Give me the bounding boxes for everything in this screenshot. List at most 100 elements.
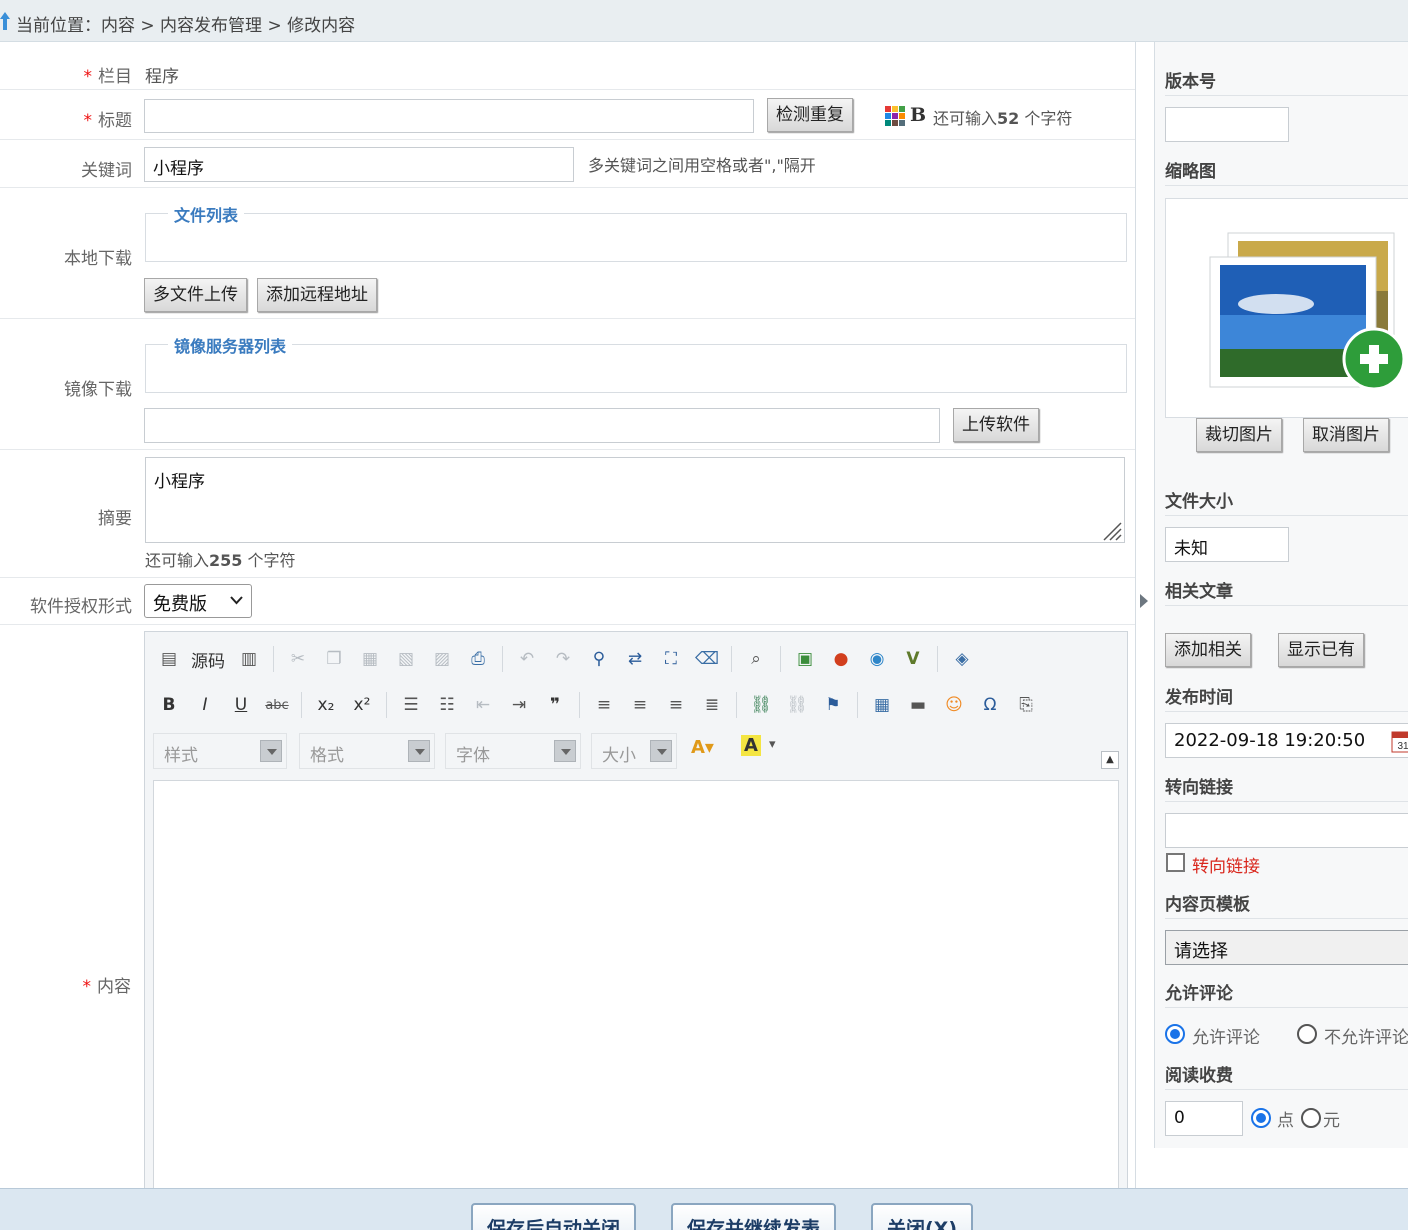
- special-char-icon[interactable]: Ω: [976, 691, 1004, 719]
- fee-yuan-radio[interactable]: [1301, 1108, 1321, 1128]
- chevron-down-icon: [650, 740, 672, 762]
- version-input[interactable]: [1165, 107, 1289, 142]
- keywords-label: 关键词: [81, 161, 132, 181]
- page-break-icon[interactable]: ⎘: [1012, 691, 1040, 719]
- keywords-input[interactable]: 小程序: [144, 147, 574, 182]
- content-edit-area[interactable]: [153, 780, 1119, 1188]
- template-select[interactable]: 请选择: [1165, 930, 1408, 965]
- redo-icon[interactable]: ↷: [549, 645, 577, 673]
- paste-text-icon[interactable]: ▧: [392, 645, 420, 673]
- strikethrough-icon[interactable]: abc: [263, 691, 291, 719]
- flash-icon[interactable]: ●: [827, 645, 855, 673]
- cut-icon[interactable]: ✂: [284, 645, 312, 673]
- close-button[interactable]: 关闭(X): [871, 1203, 974, 1230]
- unlink-icon[interactable]: ⛓: [783, 691, 811, 719]
- copy-icon[interactable]: ❐: [320, 645, 348, 673]
- style-combo[interactable]: 样式: [153, 733, 287, 769]
- redirect-link-checkbox-label[interactable]: 转向链接: [1192, 852, 1260, 877]
- fullscreen-icon[interactable]: ◈: [948, 645, 976, 673]
- preview-icon[interactable]: ⌕: [742, 645, 770, 673]
- multi-file-upload-button[interactable]: 多文件上传: [144, 278, 247, 312]
- underline-icon[interactable]: U: [227, 691, 255, 719]
- license-select[interactable]: 免费版: [144, 584, 252, 618]
- format-combo[interactable]: 格式: [299, 733, 435, 769]
- save-and-continue-button[interactable]: 保存并继续发表: [671, 1203, 837, 1230]
- align-right-icon[interactable]: ≡: [662, 691, 690, 719]
- subscript-icon[interactable]: x₂: [312, 691, 340, 719]
- thumbnail-upload[interactable]: [1165, 198, 1408, 418]
- color-picker-icon[interactable]: [884, 105, 906, 127]
- outdent-icon[interactable]: ⇤: [469, 691, 497, 719]
- bold-icon[interactable]: B: [155, 691, 183, 719]
- save-and-close-button[interactable]: 保存后自动关闭: [471, 1203, 637, 1230]
- show-existing-button[interactable]: 显示已有: [1278, 633, 1364, 667]
- read-fee-input[interactable]: 0: [1165, 1101, 1243, 1136]
- crop-image-button[interactable]: 裁切图片: [1196, 418, 1282, 452]
- allow-comment-radio[interactable]: [1165, 1024, 1185, 1044]
- content-label: 内容: [97, 977, 131, 997]
- editor-toolbar-row-2: B I U abc x₂ x² ☰ ☷ ⇤ ⇥ ❞ ≡ ≡ ≡ ≣ ⛓ ⛓ ⚑ …: [155, 687, 1048, 723]
- source-button-label[interactable]: 源码: [191, 647, 225, 672]
- upload-software-button[interactable]: 上传软件: [953, 408, 1039, 442]
- undo-icon[interactable]: ↶: [513, 645, 541, 673]
- chevron-down-icon[interactable]: ▾: [769, 737, 776, 752]
- video-icon[interactable]: V: [899, 645, 927, 673]
- add-remote-url-button[interactable]: 添加远程地址: [257, 278, 377, 312]
- calendar-icon[interactable]: 31: [1391, 729, 1408, 753]
- bullet-list-icon[interactable]: ☷: [433, 691, 461, 719]
- italic-icon[interactable]: I: [191, 691, 219, 719]
- software-path-input[interactable]: [144, 408, 940, 443]
- text-color-icon[interactable]: A▾: [691, 737, 714, 758]
- publish-time-label: 发布时间: [1165, 688, 1233, 708]
- table-icon[interactable]: ▦: [868, 691, 896, 719]
- superscript-icon[interactable]: x²: [348, 691, 376, 719]
- cancel-image-button[interactable]: 取消图片: [1303, 418, 1389, 452]
- redirect-link-input[interactable]: [1165, 813, 1408, 848]
- bg-color-icon[interactable]: A: [741, 735, 761, 756]
- deny-comment-label[interactable]: 不允许评论: [1324, 1023, 1408, 1048]
- bold-title-toggle[interactable]: B: [910, 104, 926, 126]
- fee-points-label[interactable]: 点: [1277, 1106, 1294, 1131]
- size-combo[interactable]: 大小: [591, 733, 677, 769]
- fee-yuan-label[interactable]: 元: [1323, 1106, 1340, 1131]
- blockquote-icon[interactable]: ❞: [541, 691, 569, 719]
- add-related-button[interactable]: 添加相关: [1165, 633, 1251, 667]
- resize-handle-icon[interactable]: [1100, 519, 1122, 541]
- summary-textarea[interactable]: 小程序: [145, 457, 1125, 543]
- collapse-toolbar-icon[interactable]: ▲: [1101, 751, 1119, 769]
- indent-icon[interactable]: ⇥: [505, 691, 533, 719]
- eraser-icon[interactable]: ⌫: [693, 645, 721, 673]
- numbered-list-icon[interactable]: ☰: [397, 691, 425, 719]
- collapse-sidebar-icon[interactable]: [1140, 594, 1148, 608]
- paste-icon[interactable]: ▦: [356, 645, 384, 673]
- select-all-icon[interactable]: ⛶: [657, 645, 685, 673]
- file-size-input[interactable]: 未知: [1165, 527, 1289, 562]
- image-icon[interactable]: ▣: [791, 645, 819, 673]
- title-input[interactable]: [144, 99, 754, 133]
- paste-word-icon[interactable]: ▨: [428, 645, 456, 673]
- replace-icon[interactable]: ⇄: [621, 645, 649, 673]
- link-icon[interactable]: ⛓: [747, 691, 775, 719]
- anchor-icon[interactable]: ⚑: [819, 691, 847, 719]
- redirect-link-checkbox[interactable]: [1166, 853, 1185, 872]
- breadcrumb-path[interactable]: 内容 > 内容发布管理 > 修改内容: [101, 16, 355, 36]
- publish-time-input[interactable]: 2022-09-18 19:20:50: [1165, 723, 1408, 758]
- print-icon[interactable]: ⎙: [464, 645, 492, 673]
- align-center-icon[interactable]: ≡: [626, 691, 654, 719]
- deny-comment-radio[interactable]: [1297, 1024, 1317, 1044]
- horizontal-rule-icon[interactable]: ▬: [904, 691, 932, 719]
- smiley-icon[interactable]: ☺: [940, 691, 968, 719]
- source-icon[interactable]: ▤: [155, 645, 183, 673]
- rich-text-editor: ▤ 源码 ▥ ✂ ❐ ▦ ▧ ▨ ⎙ ↶ ↷ ⚲ ⇄ ⛶ ⌫ ⌕ ▣ ● ◉ V…: [144, 631, 1128, 1188]
- document-icon[interactable]: ▥: [235, 645, 263, 673]
- font-combo[interactable]: 字体: [445, 733, 581, 769]
- add-image-icon: [1209, 232, 1406, 391]
- check-duplicate-button[interactable]: 检测重复: [767, 98, 853, 132]
- local-download-row: 本地下载 文件列表 多文件上传 添加远程地址: [0, 188, 1135, 319]
- allow-comment-label[interactable]: 允许评论: [1192, 1023, 1260, 1048]
- fee-points-radio[interactable]: [1251, 1108, 1271, 1128]
- media-icon[interactable]: ◉: [863, 645, 891, 673]
- find-icon[interactable]: ⚲: [585, 645, 613, 673]
- align-left-icon[interactable]: ≡: [590, 691, 618, 719]
- align-justify-icon[interactable]: ≣: [698, 691, 726, 719]
